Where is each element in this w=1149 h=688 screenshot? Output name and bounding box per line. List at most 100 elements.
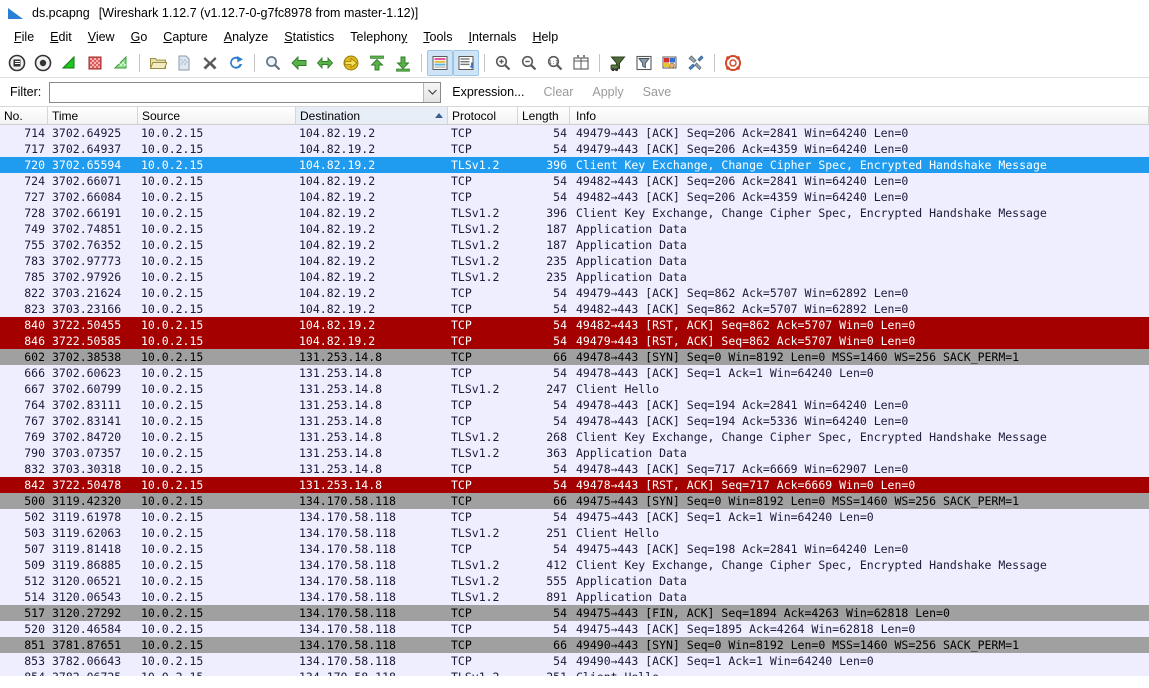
go-back-icon[interactable] — [286, 50, 312, 76]
packet-row[interactable]: 7143702.6492510.0.2.15104.82.19.2TCP5449… — [0, 125, 1149, 141]
packet-row[interactable]: 7203702.6559410.0.2.15104.82.19.2TLSv1.2… — [0, 157, 1149, 173]
go-forward-icon[interactable] — [312, 50, 338, 76]
go-to-packet-icon[interactable] — [338, 50, 364, 76]
column-header-time[interactable]: Time — [48, 107, 138, 124]
packet-row[interactable]: 8403722.5045510.0.2.15104.82.19.2TCP5449… — [0, 317, 1149, 333]
go-to-first-packet-icon[interactable] — [364, 50, 390, 76]
resize-columns-icon[interactable] — [568, 50, 594, 76]
packet-row[interactable]: 5003119.4232010.0.2.15134.170.58.118TCP6… — [0, 493, 1149, 509]
column-header-destination[interactable]: Destination — [296, 107, 448, 124]
menu-edit[interactable]: Edit — [42, 28, 80, 46]
capture-filters-icon[interactable] — [605, 50, 631, 76]
display-filters-icon[interactable] — [631, 50, 657, 76]
packet-cell-dst: 131.253.14.8 — [296, 397, 448, 413]
zoom-out-icon[interactable] — [516, 50, 542, 76]
packet-row[interactable]: 8423722.5047810.0.2.15131.253.14.8TCP544… — [0, 477, 1149, 493]
packet-row[interactable]: 5173120.2729210.0.2.15134.170.58.118TCP5… — [0, 605, 1149, 621]
packet-row[interactable]: 6023702.3853810.0.2.15131.253.14.8TCP664… — [0, 349, 1149, 365]
menu-help[interactable]: Help — [524, 28, 566, 46]
svg-text:1:1: 1:1 — [549, 60, 559, 66]
packet-cell-info: 49475→443 [SYN] Seq=0 Win=8192 Len=0 MSS… — [570, 493, 1149, 509]
menu-view[interactable]: View — [80, 28, 123, 46]
column-header-source[interactable]: Source — [138, 107, 296, 124]
packet-row[interactable]: 8513781.8765110.0.2.15134.170.58.118TCP6… — [0, 637, 1149, 653]
interfaces-icon[interactable] — [4, 50, 30, 76]
packet-cell-no: 503 — [0, 525, 48, 541]
packet-row[interactable]: 7673702.8314110.0.2.15131.253.14.8TCP544… — [0, 413, 1149, 429]
column-header-info[interactable]: Info — [570, 107, 1149, 124]
packet-row[interactable]: 7693702.8472010.0.2.15131.253.14.8TLSv1.… — [0, 429, 1149, 445]
start-capture-icon[interactable] — [56, 50, 82, 76]
zoom-in-icon[interactable] — [490, 50, 516, 76]
packet-list-header: No. Time Source Destination Protocol Len… — [0, 107, 1149, 125]
find-packet-icon[interactable] — [260, 50, 286, 76]
packet-row[interactable]: 7273702.6608410.0.2.15104.82.19.2TCP5449… — [0, 189, 1149, 205]
menu-telephony[interactable]: Telephony — [342, 28, 415, 46]
packet-row[interactable]: 8323703.3031810.0.2.15131.253.14.8TCP544… — [0, 461, 1149, 477]
packet-row[interactable]: 6673702.6079910.0.2.15131.253.14.8TLSv1.… — [0, 381, 1149, 397]
menu-tools[interactable]: Tools — [415, 28, 460, 46]
reload-file-icon[interactable] — [223, 50, 249, 76]
menu-statistics[interactable]: Statistics — [276, 28, 342, 46]
packet-row[interactable]: 7493702.7485110.0.2.15104.82.19.2TLSv1.2… — [0, 221, 1149, 237]
filter-input[interactable] — [50, 83, 423, 102]
colorize-packet-list-icon[interactable] — [427, 50, 453, 76]
zoom-reset-icon[interactable]: 1:1 — [542, 50, 568, 76]
menu-analyze[interactable]: Analyze — [216, 28, 276, 46]
packet-cell-len: 54 — [518, 653, 570, 669]
stop-capture-icon[interactable] — [82, 50, 108, 76]
column-header-protocol[interactable]: Protocol — [448, 107, 518, 124]
packet-row[interactable]: 5203120.4658410.0.2.15134.170.58.118TCP5… — [0, 621, 1149, 637]
packet-cell-src: 10.0.2.15 — [138, 461, 296, 477]
packet-row[interactable]: 7283702.6619110.0.2.15104.82.19.2TLSv1.2… — [0, 205, 1149, 221]
menu-go[interactable]: Go — [123, 28, 156, 46]
packet-row[interactable]: 8533782.0664310.0.2.15134.170.58.118TCP5… — [0, 653, 1149, 669]
packet-cell-info: 49479→443 [ACK] Seq=206 Ack=4359 Win=642… — [570, 141, 1149, 157]
packet-row[interactable]: 5143120.0654310.0.2.15134.170.58.118TLSv… — [0, 589, 1149, 605]
packet-row[interactable]: 5033119.6206310.0.2.15134.170.58.118TLSv… — [0, 525, 1149, 541]
clear-button[interactable]: Clear — [536, 83, 582, 101]
packet-row[interactable]: 5093119.8688510.0.2.15134.170.58.118TLSv… — [0, 557, 1149, 573]
menu-internals[interactable]: Internals — [460, 28, 524, 46]
packet-list-pane[interactable]: No. Time Source Destination Protocol Len… — [0, 106, 1149, 676]
packet-row[interactable]: 7243702.6607110.0.2.15104.82.19.2TCP5449… — [0, 173, 1149, 189]
packet-row[interactable]: 8233703.2316610.0.2.15104.82.19.2TCP5449… — [0, 301, 1149, 317]
packet-row[interactable]: 7643702.8311110.0.2.15131.253.14.8TCP544… — [0, 397, 1149, 413]
packet-cell-src: 10.0.2.15 — [138, 525, 296, 541]
menu-bar: File Edit View Go Capture Analyze Statis… — [0, 26, 1149, 48]
help-contents-icon[interactable] — [720, 50, 746, 76]
packet-row[interactable]: 7903703.0735710.0.2.15131.253.14.8TLSv1.… — [0, 445, 1149, 461]
chevron-down-icon[interactable] — [423, 83, 440, 102]
packet-row[interactable]: 5023119.6197810.0.2.15134.170.58.118TCP5… — [0, 509, 1149, 525]
packet-row[interactable]: 8543782.0672510.0.2.15134.170.58.118TLSv… — [0, 669, 1149, 676]
packet-row[interactable]: 5123120.0652110.0.2.15134.170.58.118TLSv… — [0, 573, 1149, 589]
packet-row[interactable]: 5073119.8141810.0.2.15134.170.58.118TCP5… — [0, 541, 1149, 557]
menu-file[interactable]: File — [6, 28, 42, 46]
packet-cell-dst: 131.253.14.8 — [296, 349, 448, 365]
packet-cell-info: 49482→443 [ACK] Seq=206 Ack=2841 Win=642… — [570, 173, 1149, 189]
column-header-no[interactable]: No. — [0, 107, 48, 124]
expression-button[interactable]: Expression... — [444, 83, 532, 101]
column-header-length[interactable]: Length — [518, 107, 570, 124]
menu-capture[interactable]: Capture — [155, 28, 215, 46]
packet-row[interactable]: 7553702.7635210.0.2.15104.82.19.2TLSv1.2… — [0, 237, 1149, 253]
capture-options-icon[interactable] — [30, 50, 56, 76]
open-file-icon[interactable] — [145, 50, 171, 76]
packet-row[interactable]: 8463722.5058510.0.2.15104.82.19.2TCP5449… — [0, 333, 1149, 349]
save-file-icon[interactable] — [171, 50, 197, 76]
packet-cell-info: Client Key Exchange, Change Cipher Spec,… — [570, 205, 1149, 221]
apply-button[interactable]: Apply — [584, 83, 631, 101]
packet-row[interactable]: 7833702.9777310.0.2.15104.82.19.2TLSv1.2… — [0, 253, 1149, 269]
go-to-last-packet-icon[interactable] — [390, 50, 416, 76]
packet-row[interactable]: 7173702.6493710.0.2.15104.82.19.2TCP5449… — [0, 141, 1149, 157]
filter-input-wrapper[interactable] — [49, 82, 441, 103]
coloring-rules-icon[interactable] — [657, 50, 683, 76]
restart-capture-icon[interactable] — [108, 50, 134, 76]
save-button[interactable]: Save — [635, 83, 680, 101]
auto-scroll-live-icon[interactable] — [453, 50, 479, 76]
packet-row[interactable]: 8223703.2162410.0.2.15104.82.19.2TCP5449… — [0, 285, 1149, 301]
packet-row[interactable]: 7853702.9792610.0.2.15104.82.19.2TLSv1.2… — [0, 269, 1149, 285]
preferences-icon[interactable] — [683, 50, 709, 76]
close-file-icon[interactable] — [197, 50, 223, 76]
packet-row[interactable]: 6663702.6062310.0.2.15131.253.14.8TCP544… — [0, 365, 1149, 381]
